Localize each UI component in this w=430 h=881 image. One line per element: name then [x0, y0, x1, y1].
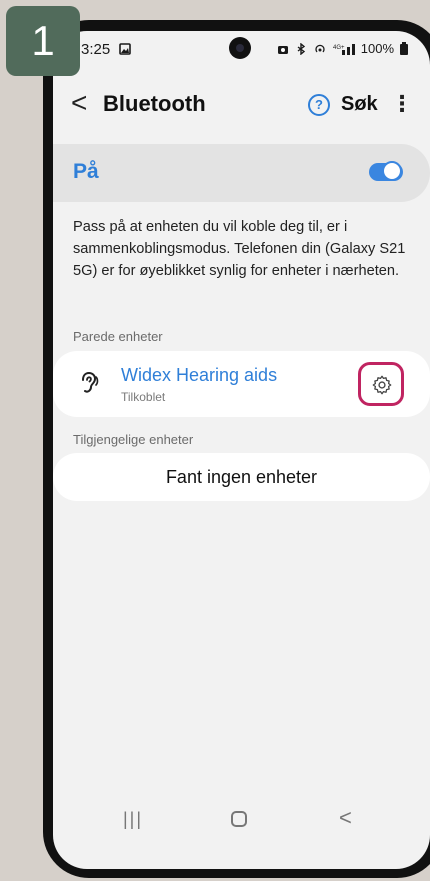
- battery-percent: 100%: [360, 41, 394, 56]
- front-camera: [229, 37, 251, 59]
- available-section-label: Tilgjengelige enheter: [73, 432, 194, 447]
- nav-back-button[interactable]: <: [339, 805, 352, 831]
- bluetooth-toggle-row[interactable]: På: [53, 144, 430, 202]
- hotspot-icon: [315, 44, 325, 52]
- page-title: Bluetooth: [103, 91, 206, 116]
- switch-knob: [382, 161, 402, 181]
- help-icon[interactable]: ?: [308, 94, 330, 116]
- status-bar: 3:25 4G+ 100%: [53, 31, 430, 65]
- status-icons: 4G+ 100%: [277, 41, 408, 56]
- bluetooth-switch[interactable]: [369, 161, 403, 181]
- paired-device-item[interactable]: Widex Hearing aids Tilkoblet: [53, 351, 430, 417]
- recent-apps-button[interactable]: |||: [123, 809, 143, 830]
- device-name: Widex Hearing aids: [121, 365, 278, 385]
- home-button[interactable]: [231, 811, 247, 827]
- camera-icon: [277, 45, 288, 54]
- back-button[interactable]: <: [71, 89, 87, 117]
- app-bar: < Bluetooth ? Søk ⋮: [53, 83, 430, 127]
- svg-text:4G+: 4G+: [333, 45, 345, 51]
- phone-screen: 3:25 4G+ 100% < Bluetooth ? Søk ⋮ På Pas…: [53, 31, 430, 869]
- paired-section-label: Parede enheter: [73, 329, 163, 344]
- bluetooth-icon: [297, 42, 305, 55]
- no-devices-found-text: Fant ingen enheter: [165, 467, 318, 487]
- status-time: 3:25: [81, 41, 111, 58]
- available-devices-list: Fant ingen enheter: [53, 453, 430, 501]
- toggle-label: På: [73, 160, 99, 183]
- image-icon: [119, 43, 131, 55]
- gear-icon: [372, 375, 392, 395]
- search-button[interactable]: Søk: [341, 93, 378, 116]
- battery-icon: [400, 42, 408, 55]
- hearing-aid-icon: [82, 371, 99, 393]
- more-options-icon[interactable]: ⋮: [391, 91, 413, 117]
- device-settings-button[interactable]: [358, 362, 404, 406]
- step-number-badge: 1: [6, 6, 80, 76]
- device-status: Tilkoblet: [121, 390, 166, 404]
- signal-icon: 4G+: [333, 43, 355, 55]
- navigation-bar: ||| <: [53, 801, 430, 841]
- pairing-info-text: Pass på at enheten du vil koble deg til,…: [73, 219, 406, 279]
